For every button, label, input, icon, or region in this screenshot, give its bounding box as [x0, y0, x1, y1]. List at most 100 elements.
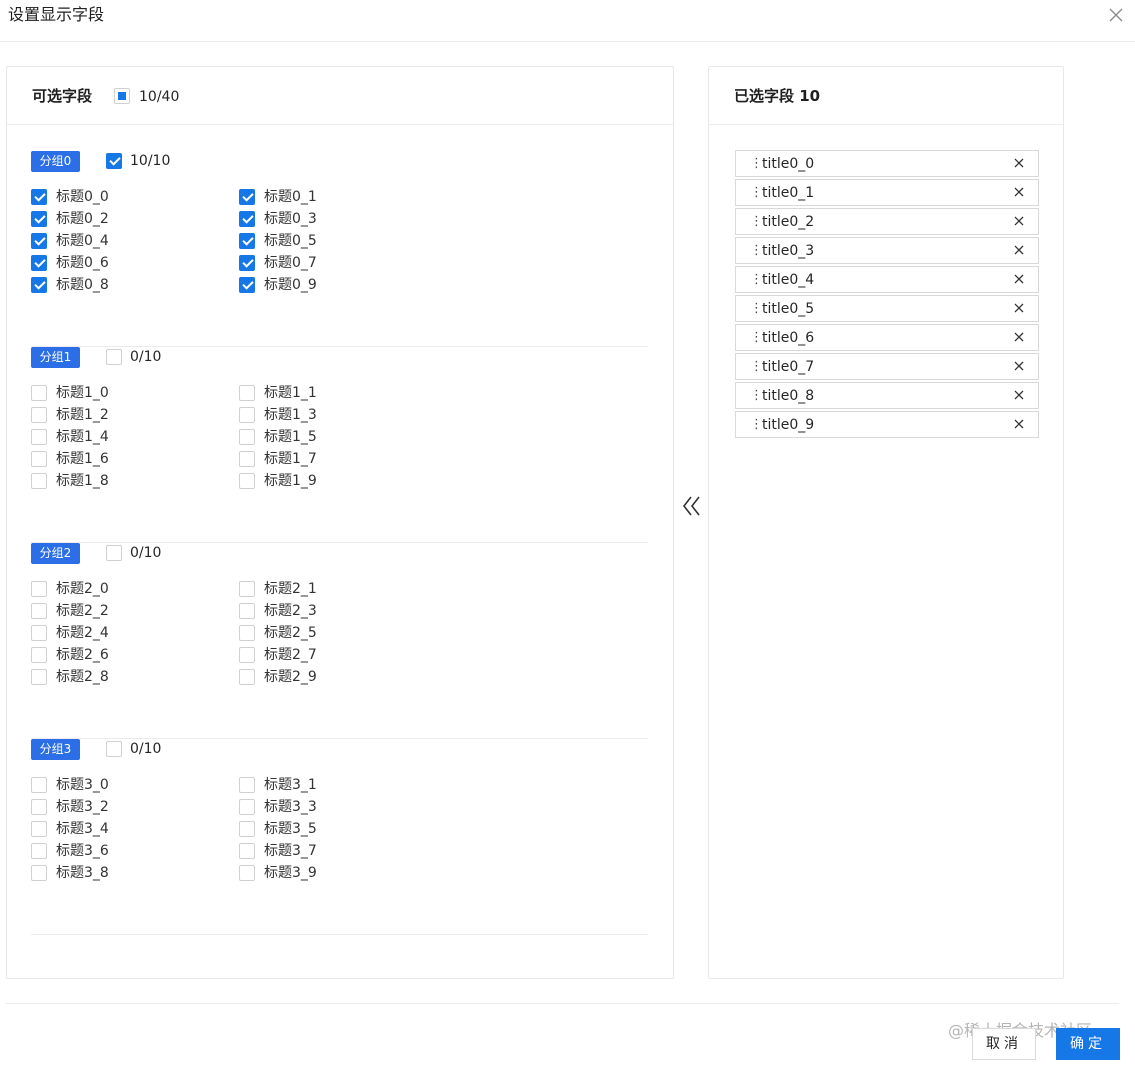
field-checkbox-item[interactable]: 标题3_6: [31, 842, 151, 860]
field-checkbox[interactable]: [239, 473, 255, 489]
field-checkbox[interactable]: [31, 603, 47, 619]
field-checkbox[interactable]: [31, 821, 47, 837]
remove-icon[interactable]: [1012, 272, 1026, 286]
confirm-button[interactable]: 确定: [1056, 1028, 1120, 1060]
field-checkbox-item[interactable]: 标题0_1: [239, 188, 359, 206]
field-checkbox[interactable]: [31, 429, 47, 445]
field-checkbox-item[interactable]: 标题1_4: [31, 428, 151, 446]
double-chevron-left-icon[interactable]: [681, 494, 703, 518]
field-checkbox[interactable]: [31, 843, 47, 859]
field-checkbox-item[interactable]: 标题1_5: [239, 428, 359, 446]
field-checkbox[interactable]: [239, 777, 255, 793]
selected-field-item[interactable]: ⋮ title0_5: [735, 295, 1039, 322]
field-checkbox[interactable]: [239, 603, 255, 619]
field-checkbox[interactable]: [239, 211, 255, 227]
field-checkbox-item[interactable]: 标题0_4: [31, 232, 151, 250]
selected-field-item[interactable]: ⋮ title0_1: [735, 179, 1039, 206]
field-checkbox-item[interactable]: 标题0_8: [31, 276, 151, 294]
group-select-all-checkbox[interactable]: [106, 153, 122, 169]
remove-icon[interactable]: [1012, 417, 1026, 431]
field-checkbox[interactable]: [239, 865, 255, 881]
field-checkbox[interactable]: [239, 233, 255, 249]
field-checkbox-item[interactable]: 标题3_8: [31, 864, 151, 882]
field-checkbox-item[interactable]: 标题0_5: [239, 232, 359, 250]
remove-icon[interactable]: [1012, 156, 1026, 170]
field-checkbox[interactable]: [239, 625, 255, 641]
field-checkbox[interactable]: [31, 799, 47, 815]
remove-icon[interactable]: [1012, 388, 1026, 402]
field-checkbox-item[interactable]: 标题2_0: [31, 580, 151, 598]
field-checkbox[interactable]: [31, 233, 47, 249]
field-checkbox[interactable]: [31, 255, 47, 271]
field-checkbox-item[interactable]: 标题0_9: [239, 276, 359, 294]
field-checkbox-item[interactable]: 标题1_6: [31, 450, 151, 468]
selected-field-item[interactable]: ⋮ title0_6: [735, 324, 1039, 351]
remove-icon[interactable]: [1012, 243, 1026, 257]
field-checkbox[interactable]: [31, 189, 47, 205]
field-checkbox[interactable]: [31, 211, 47, 227]
field-checkbox[interactable]: [31, 669, 47, 685]
field-checkbox[interactable]: [239, 189, 255, 205]
field-checkbox[interactable]: [239, 429, 255, 445]
field-checkbox-item[interactable]: 标题3_5: [239, 820, 359, 838]
field-checkbox-item[interactable]: 标题1_9: [239, 472, 359, 490]
field-checkbox[interactable]: [239, 385, 255, 401]
selected-field-item[interactable]: ⋮ title0_8: [735, 382, 1039, 409]
field-checkbox[interactable]: [31, 473, 47, 489]
field-checkbox-item[interactable]: 标题3_4: [31, 820, 151, 838]
remove-icon[interactable]: [1012, 301, 1026, 315]
field-checkbox-item[interactable]: 标题2_2: [31, 602, 151, 620]
remove-icon[interactable]: [1012, 330, 1026, 344]
field-checkbox-item[interactable]: 标题1_7: [239, 450, 359, 468]
field-checkbox-item[interactable]: 标题2_3: [239, 602, 359, 620]
field-checkbox[interactable]: [31, 451, 47, 467]
selected-field-item[interactable]: ⋮ title0_3: [735, 237, 1039, 264]
field-checkbox-item[interactable]: 标题3_7: [239, 842, 359, 860]
field-checkbox-item[interactable]: 标题3_9: [239, 864, 359, 882]
field-checkbox[interactable]: [239, 647, 255, 663]
field-checkbox-item[interactable]: 标题3_0: [31, 776, 151, 794]
field-checkbox-item[interactable]: 标题1_8: [31, 472, 151, 490]
selected-field-item[interactable]: ⋮ title0_9: [735, 411, 1039, 438]
field-checkbox-item[interactable]: 标题0_6: [31, 254, 151, 272]
selected-field-item[interactable]: ⋮ title0_0: [735, 150, 1039, 177]
field-checkbox[interactable]: [239, 843, 255, 859]
remove-icon[interactable]: [1012, 214, 1026, 228]
field-checkbox-item[interactable]: 标题2_7: [239, 646, 359, 664]
field-checkbox[interactable]: [31, 625, 47, 641]
field-checkbox[interactable]: [31, 647, 47, 663]
field-checkbox[interactable]: [31, 865, 47, 881]
field-checkbox-item[interactable]: 标题0_3: [239, 210, 359, 228]
field-checkbox[interactable]: [239, 821, 255, 837]
field-checkbox-item[interactable]: 标题2_5: [239, 624, 359, 642]
field-checkbox[interactable]: [31, 277, 47, 293]
selected-field-item[interactable]: ⋮ title0_7: [735, 353, 1039, 380]
field-checkbox[interactable]: [239, 581, 255, 597]
close-icon[interactable]: [1106, 5, 1126, 25]
field-checkbox-item[interactable]: 标题2_8: [31, 668, 151, 686]
group-select-all-checkbox[interactable]: [106, 741, 122, 757]
field-checkbox[interactable]: [239, 451, 255, 467]
field-checkbox-item[interactable]: 标题3_3: [239, 798, 359, 816]
select-all-checkbox[interactable]: [114, 88, 130, 104]
field-checkbox-item[interactable]: 标题3_1: [239, 776, 359, 794]
field-checkbox-item[interactable]: 标题0_0: [31, 188, 151, 206]
cancel-button[interactable]: 取消: [972, 1028, 1036, 1060]
remove-icon[interactable]: [1012, 185, 1026, 199]
selected-field-item[interactable]: ⋮ title0_2: [735, 208, 1039, 235]
field-checkbox-item[interactable]: 标题3_2: [31, 798, 151, 816]
field-checkbox-item[interactable]: 标题1_3: [239, 406, 359, 424]
field-checkbox-item[interactable]: 标题0_7: [239, 254, 359, 272]
field-checkbox[interactable]: [31, 385, 47, 401]
field-checkbox-item[interactable]: 标题1_2: [31, 406, 151, 424]
field-checkbox-item[interactable]: 标题2_4: [31, 624, 151, 642]
group-select-all-checkbox[interactable]: [106, 545, 122, 561]
field-checkbox[interactable]: [239, 799, 255, 815]
selected-field-item[interactable]: ⋮ title0_4: [735, 266, 1039, 293]
field-checkbox[interactable]: [239, 669, 255, 685]
field-checkbox[interactable]: [31, 407, 47, 423]
group-select-all-checkbox[interactable]: [106, 349, 122, 365]
field-checkbox[interactable]: [239, 407, 255, 423]
field-checkbox[interactable]: [31, 581, 47, 597]
field-checkbox-item[interactable]: 标题2_9: [239, 668, 359, 686]
